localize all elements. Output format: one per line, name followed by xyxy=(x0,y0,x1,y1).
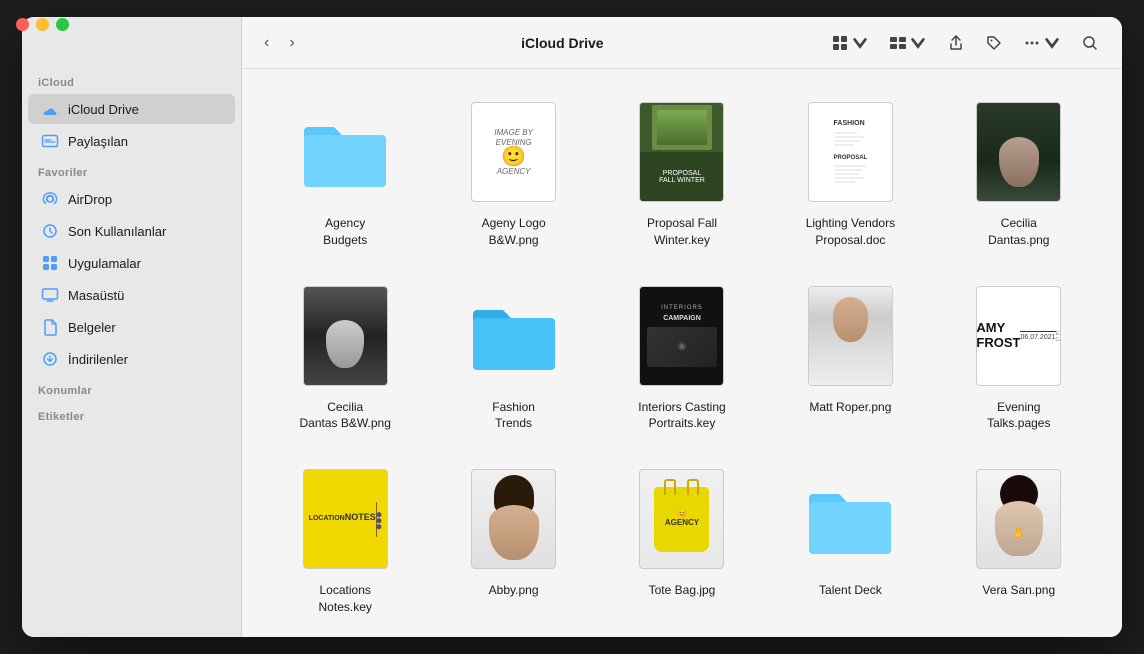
file-item-cecilia-dantas[interactable]: CeciliaDantas.png xyxy=(940,89,1098,257)
back-button[interactable]: ‹ xyxy=(258,30,275,56)
file-item-locations-notes[interactable]: LOCATION NOTES ⬤ ⬤ ⬤ LocationsNotes.key xyxy=(266,456,424,624)
file-item-ageny-logo[interactable]: IMAGE BYEVENING 🙂 AGENCY Ageny LogoB&W.p… xyxy=(434,89,592,257)
main-area: ‹ › iCloud Drive xyxy=(242,17,1122,637)
section-label-icloud: iCloud xyxy=(22,67,241,93)
sidebar-item-airdrop[interactable]: AirDrop xyxy=(28,184,235,214)
recent-icon xyxy=(40,221,60,241)
file-item-evening-talks[interactable]: eveningtalks AMYFROST 06.07.2021 EXHIBIT… xyxy=(940,273,1098,441)
maximize-button[interactable] xyxy=(56,18,69,31)
toolbar: ‹ › iCloud Drive xyxy=(242,17,1122,69)
file-name: Matt Roper.png xyxy=(809,399,891,416)
file-thumb: LOCATION NOTES ⬤ ⬤ ⬤ xyxy=(290,464,400,574)
sidebar: iCloud iCloud Drive Paylaşılan Favoriler xyxy=(22,17,242,637)
file-item-interiors[interactable]: INTERIORS CAMPAIGN ◉ Interiors CastingPo… xyxy=(603,273,761,441)
file-name: Talent Deck xyxy=(819,582,882,599)
file-item-matt-roper[interactable]: Matt Roper.png xyxy=(771,273,929,441)
sidebar-item-label: Uygulamalar xyxy=(68,256,141,271)
share-button[interactable] xyxy=(940,29,972,57)
file-thumb: eveningtalks AMYFROST 06.07.2021 EXHIBIT… xyxy=(964,281,1074,391)
file-thumb xyxy=(459,281,569,391)
shared-icon xyxy=(40,131,60,151)
view-grid-button[interactable] xyxy=(824,29,876,57)
file-thumb xyxy=(795,464,905,574)
sidebar-item-downloads[interactable]: İndirilenler xyxy=(28,344,235,374)
file-item-cecilia-bw[interactable]: CeciliaDantas B&W.png xyxy=(266,273,424,441)
section-label-favoriler: Favoriler xyxy=(22,157,241,183)
sidebar-item-label: iCloud Drive xyxy=(68,102,139,117)
sidebar-item-paylasilam[interactable]: Paylaşılan xyxy=(28,126,235,156)
file-name: LocationsNotes.key xyxy=(319,582,372,616)
file-name: CeciliaDantas B&W.png xyxy=(300,399,391,433)
sidebar-item-apps[interactable]: Uygulamalar xyxy=(28,248,235,278)
file-item-proposal[interactable]: PROPOSALFALL WINTER Proposal FallWinter.… xyxy=(603,89,761,257)
file-thumb: INTERIORS CAMPAIGN ◉ xyxy=(627,281,737,391)
toolbar-right xyxy=(824,29,1106,57)
file-thumb: ✋ xyxy=(964,464,1074,574)
window-title: iCloud Drive xyxy=(309,35,816,51)
file-item-vera-san[interactable]: ✋ Vera San.png xyxy=(940,456,1098,624)
file-thumb: IMAGE BYEVENING 🙂 AGENCY xyxy=(459,97,569,207)
file-item-lighting-vendors[interactable]: FASHION PROPOSAL xyxy=(771,89,929,257)
search-button[interactable] xyxy=(1074,29,1106,57)
finder-window: iCloud iCloud Drive Paylaşılan Favoriler xyxy=(22,17,1122,637)
sidebar-item-docs[interactable]: Belgeler xyxy=(28,312,235,342)
desktop-icon xyxy=(40,285,60,305)
sidebar-item-label: Paylaşılan xyxy=(68,134,128,149)
file-name: EveningTalks.pages xyxy=(987,399,1050,433)
file-name: Abby.png xyxy=(489,582,539,599)
file-name: Ageny LogoB&W.png xyxy=(482,215,546,249)
more-button[interactable] xyxy=(1016,29,1068,57)
traffic-lights xyxy=(22,18,69,31)
section-label-konumlar: Konumlar xyxy=(22,375,241,401)
file-thumb xyxy=(964,97,1074,207)
view-gallery-button[interactable] xyxy=(882,29,934,57)
file-item-tote-bag[interactable]: 😊AGENCY Tote Bag.jpg xyxy=(603,456,761,624)
sidebar-item-label: AirDrop xyxy=(68,192,112,207)
forward-button[interactable]: › xyxy=(283,30,300,56)
downloads-icon xyxy=(40,349,60,369)
apps-icon xyxy=(40,253,60,273)
file-thumb xyxy=(459,464,569,574)
file-name: Interiors CastingPortraits.key xyxy=(638,399,725,433)
files-area: AgencyBudgets IMAGE BYEVENING 🙂 AGENCY A… xyxy=(242,69,1122,637)
file-name: Lighting VendorsProposal.doc xyxy=(806,215,895,249)
airdrop-icon xyxy=(40,189,60,209)
sidebar-item-label: İndirilenler xyxy=(68,352,128,367)
files-grid: AgencyBudgets IMAGE BYEVENING 🙂 AGENCY A… xyxy=(266,89,1098,624)
sidebar-item-icloud-drive[interactable]: iCloud Drive xyxy=(28,94,235,124)
file-name: AgencyBudgets xyxy=(323,215,367,249)
file-name: FashionTrends xyxy=(492,399,535,433)
minimize-button[interactable] xyxy=(36,18,49,31)
sidebar-item-recent[interactable]: Son Kullanılanlar xyxy=(28,216,235,246)
file-name: Proposal FallWinter.key xyxy=(647,215,717,249)
file-thumb xyxy=(290,281,400,391)
file-thumb: FASHION PROPOSAL xyxy=(795,97,905,207)
section-label-etiketler: Etiketler xyxy=(22,401,241,427)
sidebar-item-label: Son Kullanılanlar xyxy=(68,224,166,239)
file-thumb xyxy=(290,97,400,207)
close-button[interactable] xyxy=(22,18,29,31)
file-item-abby[interactable]: Abby.png xyxy=(434,456,592,624)
sidebar-item-label: Masaüstü xyxy=(68,288,124,303)
tag-button[interactable] xyxy=(978,29,1010,57)
cloud-icon xyxy=(40,99,60,119)
file-name: CeciliaDantas.png xyxy=(988,215,1049,249)
docs-icon xyxy=(40,317,60,337)
file-thumb: 😊AGENCY xyxy=(627,464,737,574)
sidebar-item-label: Belgeler xyxy=(68,320,116,335)
sidebar-item-desktop[interactable]: Masaüstü xyxy=(28,280,235,310)
file-thumb xyxy=(795,281,905,391)
file-item-agency-budgets[interactable]: AgencyBudgets xyxy=(266,89,424,257)
file-thumb: PROPOSALFALL WINTER xyxy=(627,97,737,207)
file-item-talent-deck[interactable]: Talent Deck xyxy=(771,456,929,624)
file-item-fashion-trends[interactable]: FashionTrends xyxy=(434,273,592,441)
file-name: Tote Bag.jpg xyxy=(649,582,716,599)
file-name: Vera San.png xyxy=(982,582,1055,599)
